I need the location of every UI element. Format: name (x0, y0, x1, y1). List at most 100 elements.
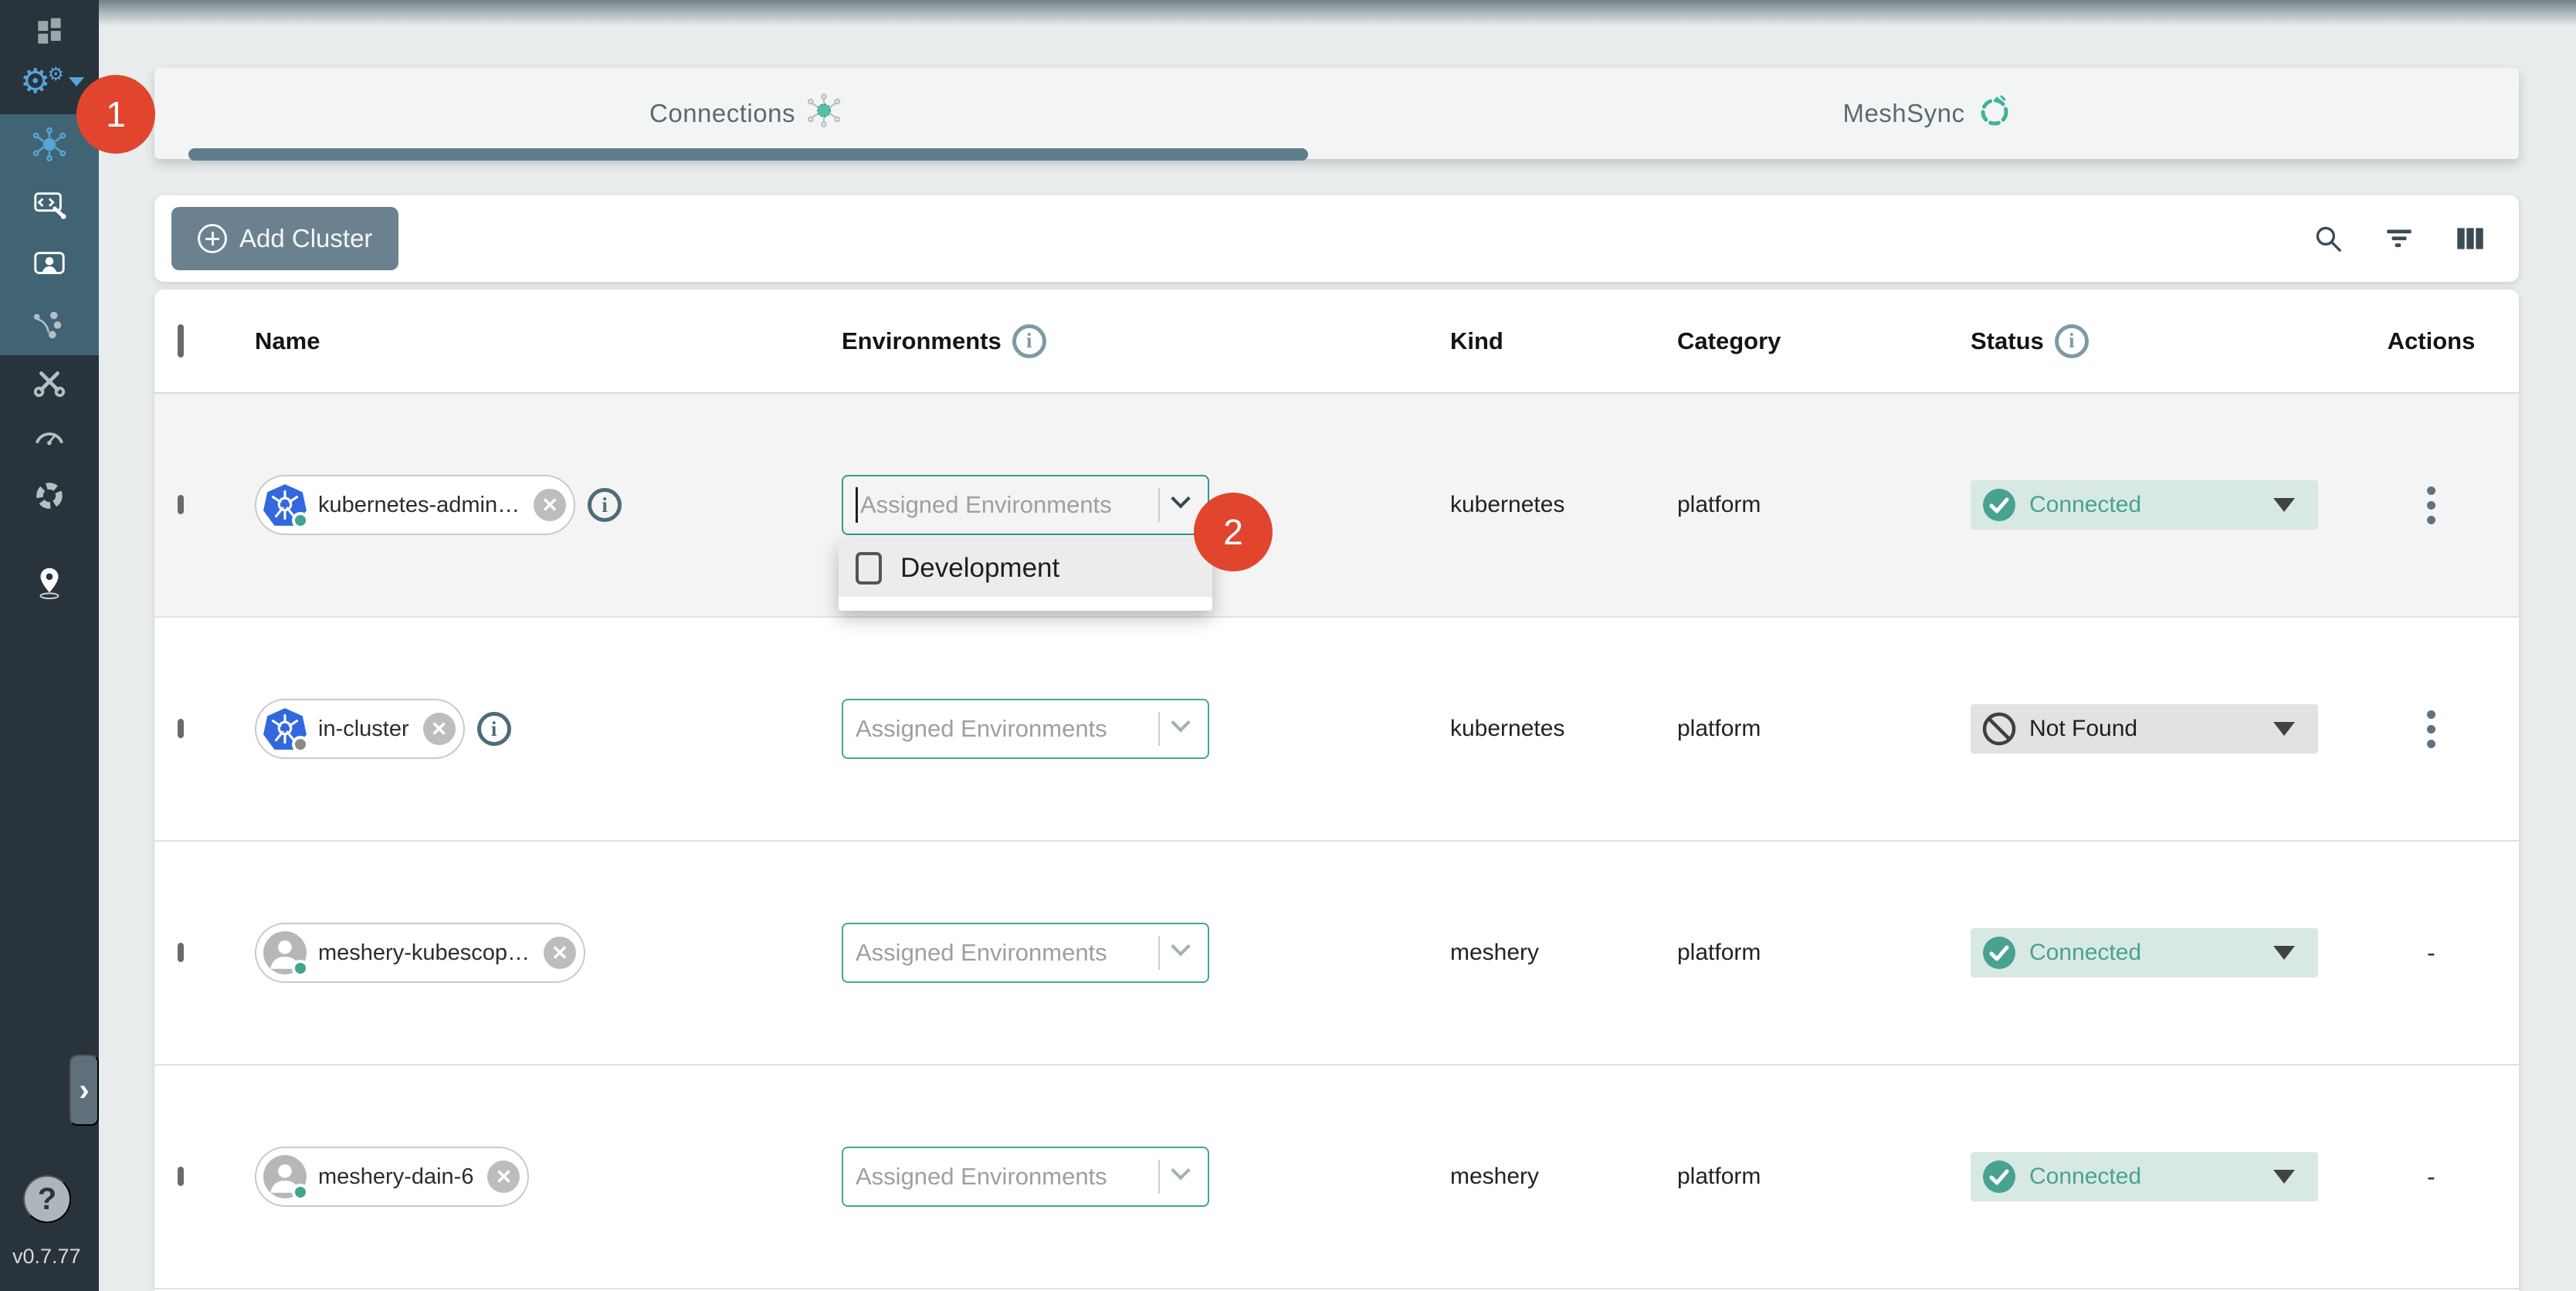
status-label: Not Found (2029, 716, 2137, 742)
tab-connections[interactable]: Connections (154, 68, 1337, 159)
remove-connection-icon[interactable]: ✕ (487, 1161, 520, 1193)
tab-meshsync[interactable]: MeshSync (1337, 68, 2519, 159)
chevron-down-icon[interactable] (1171, 713, 1190, 732)
caret-down-icon[interactable] (2273, 1170, 2295, 1184)
gear-icon: ⚙ (20, 65, 50, 99)
assigned-environments-placeholder: Assigned Environments (860, 491, 1112, 519)
connection-status-dot (292, 512, 309, 529)
connection-avatar (263, 706, 307, 751)
connections-icon[interactable] (29, 124, 69, 164)
status-badge[interactable]: Not Found (1971, 704, 2318, 754)
info-icon[interactable]: i (2055, 324, 2089, 358)
tab-bar: Connections MeshSync (154, 68, 2519, 159)
assigned-environments-select[interactable]: Assigned Environments (842, 923, 1209, 983)
chevron-down-icon[interactable] (1171, 1161, 1190, 1180)
location-pin-icon[interactable] (29, 562, 69, 602)
view-columns-icon[interactable] (2452, 221, 2488, 256)
dashboard-icon[interactable] (29, 11, 69, 51)
connection-name: kubernetes-admin… (307, 493, 534, 518)
kind-cell: kubernetes (1450, 492, 1677, 518)
status-icon (1981, 935, 2017, 971)
actions-cell (2367, 706, 2496, 753)
filter-icon[interactable] (2381, 221, 2417, 256)
remove-connection-icon[interactable]: ✕ (534, 489, 566, 521)
option-checkbox[interactable] (856, 552, 882, 585)
category-cell: platform (1677, 940, 1971, 966)
kind-cell: kubernetes (1450, 716, 1677, 742)
connection-chip[interactable]: in-cluster ✕ (255, 699, 465, 759)
dropdown-option-development[interactable]: Development (839, 540, 1212, 597)
status-badge[interactable]: Connected (1971, 928, 2318, 978)
tab-connections-label: Connections (649, 99, 795, 128)
performance-icon[interactable] (29, 415, 69, 456)
sidebar: ⚙ ⚙ › ? v0.7.77 (0, 0, 99, 1291)
tab-meshsync-label: MeshSync (1842, 99, 1964, 128)
help-button[interactable]: ? (23, 1175, 71, 1223)
connection-chip[interactable]: meshery-dain-6 ✕ (255, 1147, 529, 1207)
option-label: Development (900, 553, 1059, 584)
gear-small-icon: ⚙ (47, 66, 64, 84)
connection-avatar (263, 930, 307, 975)
info-icon[interactable]: i (477, 712, 511, 746)
status-icon (1981, 711, 2017, 747)
connection-name: meshery-dain-6 (307, 1164, 487, 1190)
status-label: Connected (2029, 492, 2141, 518)
select-all-checkbox[interactable] (178, 324, 184, 357)
chevron-down-icon[interactable] (1171, 937, 1190, 956)
add-cluster-label: Add Cluster (239, 224, 372, 253)
active-tab-indicator (188, 148, 1308, 161)
info-icon[interactable]: i (1012, 324, 1046, 358)
adapters-icon[interactable] (29, 185, 69, 225)
status-icon (1981, 1159, 2017, 1194)
connection-chip[interactable]: meshery-kubescop… ✕ (255, 923, 585, 983)
annotation-badge-1: 1 (76, 75, 155, 154)
add-cluster-button[interactable]: Add Cluster (171, 207, 398, 270)
connection-status-dot (292, 960, 309, 977)
caret-down-icon[interactable] (2273, 722, 2295, 736)
connection-name: in-cluster (307, 717, 423, 742)
status-badge[interactable]: Connected (1971, 1152, 2318, 1201)
assigned-environments-placeholder: Assigned Environments (856, 715, 1107, 743)
chevron-down-icon[interactable] (1171, 489, 1190, 508)
row-checkbox[interactable] (178, 1167, 184, 1186)
column-header-status: Statusi (1971, 324, 2367, 358)
connection-avatar (263, 1154, 307, 1199)
row-checkbox[interactable] (178, 943, 184, 962)
service-mesh-icon[interactable] (29, 305, 69, 345)
actions-cell (2367, 482, 2496, 529)
column-header-name: Name (255, 327, 842, 355)
search-icon[interactable] (2310, 221, 2346, 256)
assigned-environments-placeholder: Assigned Environments (856, 1163, 1107, 1191)
assigned-environments-select[interactable]: Assigned Environments (842, 699, 1209, 759)
table-row: kubernetes-admin… ✕ i Assigned Environme… (154, 394, 2519, 618)
table-header-row: Name Environmentsi Kind Category Statusi… (154, 290, 2519, 394)
connection-name: meshery-kubescop… (307, 940, 544, 966)
extensions-icon[interactable] (29, 476, 69, 516)
lifecycle-submenu (0, 114, 99, 355)
row-checkbox[interactable] (178, 495, 184, 514)
lifecycle-gear-icon[interactable]: ⚙ ⚙ (20, 62, 90, 102)
row-checkbox[interactable] (178, 719, 184, 738)
status-badge[interactable]: Connected (1971, 480, 2318, 530)
assigned-environments-placeholder: Assigned Environments (856, 939, 1107, 967)
caret-down-icon[interactable] (2273, 946, 2295, 960)
row-menu-icon[interactable] (2422, 482, 2440, 529)
connections-table: Name Environmentsi Kind Category Statusi… (154, 290, 2519, 1291)
no-actions-placeholder: - (2427, 939, 2435, 967)
plus-icon (198, 224, 227, 253)
table-row: meshery-kubescop… ✕ Assigned Environment… (154, 842, 2519, 1066)
category-cell: platform (1677, 1164, 1971, 1190)
connection-chip[interactable]: kubernetes-admin… ✕ (255, 475, 575, 535)
caret-down-icon[interactable] (2273, 498, 2295, 512)
configuration-icon[interactable] (29, 361, 69, 402)
environments-icon[interactable] (29, 245, 69, 285)
assigned-environments-select[interactable]: Assigned Environments (842, 1147, 1209, 1207)
actions-cell: - (2367, 939, 2496, 967)
remove-connection-icon[interactable]: ✕ (423, 713, 456, 745)
sidebar-expand-button[interactable]: › (69, 1055, 99, 1126)
remove-connection-icon[interactable]: ✕ (544, 937, 576, 969)
info-icon[interactable]: i (588, 488, 622, 522)
assigned-environments-select[interactable]: Assigned Environments (842, 475, 1209, 535)
row-menu-icon[interactable] (2422, 706, 2440, 753)
column-header-environments: Environmentsi (842, 324, 1450, 358)
